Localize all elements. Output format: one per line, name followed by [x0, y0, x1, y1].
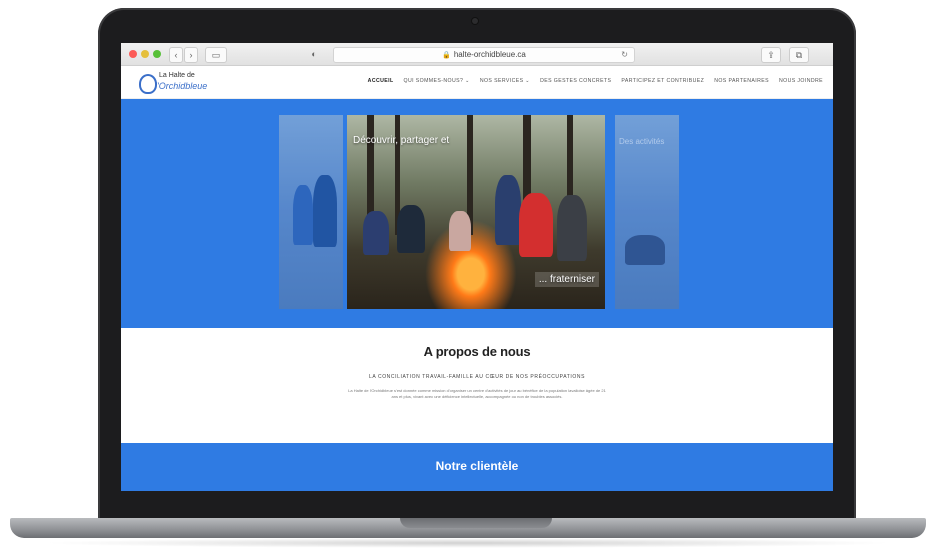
- tabs-button[interactable]: ⧉: [789, 47, 809, 63]
- slide-person: [625, 235, 665, 265]
- shield-icon: ◐: [311, 49, 317, 59]
- slide-person: [449, 211, 471, 251]
- clientele-section: Notre clientèle: [121, 443, 833, 491]
- forward-button[interactable]: ›: [184, 47, 198, 63]
- camera-icon: [472, 18, 478, 24]
- slide-person: [397, 205, 425, 253]
- privacy-button[interactable]: ◐: [305, 47, 323, 61]
- slide-person: [557, 195, 587, 261]
- slide-caption-top: Découvrir, partager et: [353, 135, 450, 146]
- back-icon: ‹: [174, 50, 178, 60]
- share-button[interactable]: ⇪: [761, 47, 781, 63]
- slide-next[interactable]: Des activités: [615, 115, 679, 309]
- forward-icon: ›: [189, 50, 193, 60]
- slide-next-caption: Des activités: [619, 137, 665, 146]
- share-icon: ⇪: [767, 50, 775, 60]
- laptop-notch: [400, 518, 552, 528]
- main-menu: ACCUEIL QUI SOMMES-NOUS? ⌄ NOS SERVICES …: [368, 78, 823, 84]
- zoom-window-button[interactable]: [153, 50, 161, 58]
- laptop-screen: ‹ › ▭ ◐ 🔒 halte-orchidbleue.ca ↻ ⇪ ⧉ La H…: [121, 43, 833, 491]
- url-text: halte-orchidbleue.ca: [453, 50, 526, 59]
- tabs-icon: ⧉: [795, 50, 803, 60]
- sidebar-icon: ▭: [211, 50, 221, 60]
- about-title: A propos de nous: [423, 344, 531, 359]
- minimize-window-button[interactable]: [141, 50, 149, 58]
- slide-caption-bottom: ... fraterniser: [534, 272, 599, 287]
- hero-slider: Découvrir, partager et ... fraterniser D…: [121, 99, 833, 328]
- slide-person: [293, 185, 313, 245]
- slide-person: [363, 211, 389, 255]
- lock-icon: 🔒: [442, 52, 451, 59]
- about-subtitle: LA CONCILIATION TRAVAIL-FAMILLE AU CŒUR …: [368, 374, 586, 380]
- close-window-button[interactable]: [129, 50, 137, 58]
- laptop-shadow: [40, 538, 896, 548]
- slide-previous[interactable]: [279, 115, 343, 309]
- nav-nous-joindre[interactable]: NOUS JOINDRE: [779, 78, 823, 84]
- site-header: La Halte de l'Orchidbleue ACCUEIL QUI SO…: [121, 66, 833, 99]
- nav-qui-sommes-nous[interactable]: QUI SOMMES-NOUS? ⌄: [404, 78, 470, 84]
- nav-des-gestes-concrets[interactable]: DES GESTES CONCRETS: [540, 78, 611, 84]
- slide-person: [313, 175, 337, 247]
- logo-text-top: La Halte de: [159, 72, 195, 79]
- reload-icon[interactable]: ↻: [621, 48, 628, 62]
- site-logo[interactable]: La Halte de l'Orchidbleue: [133, 71, 213, 94]
- browser-toolbar: ‹ › ▭ ◐ 🔒 halte-orchidbleue.ca ↻ ⇪ ⧉: [121, 43, 833, 66]
- slide-current[interactable]: Découvrir, partager et ... fraterniser: [347, 115, 605, 309]
- address-bar[interactable]: 🔒 halte-orchidbleue.ca ↻: [333, 47, 635, 63]
- nav-accueil[interactable]: ACCUEIL: [368, 78, 394, 84]
- logo-text-bottom: l'Orchidbleue: [155, 81, 208, 91]
- slide-person: [495, 175, 521, 245]
- nav-nos-partenaires[interactable]: NOS PARTENAIRES: [714, 78, 769, 84]
- nav-participez[interactable]: PARTICIPEZ ET CONTRIBUEZ: [621, 78, 704, 84]
- about-body: La Halte de l'Orchidbleue s'est donnée c…: [348, 388, 606, 399]
- clientele-title: Notre clientèle: [435, 459, 519, 473]
- slide-person: [519, 193, 553, 257]
- sidebar-button[interactable]: ▭: [205, 47, 227, 63]
- about-section: A propos de nous LA CONCILIATION TRAVAIL…: [121, 328, 833, 443]
- back-button[interactable]: ‹: [169, 47, 183, 63]
- nav-nos-services[interactable]: NOS SERVICES ⌄: [480, 78, 530, 84]
